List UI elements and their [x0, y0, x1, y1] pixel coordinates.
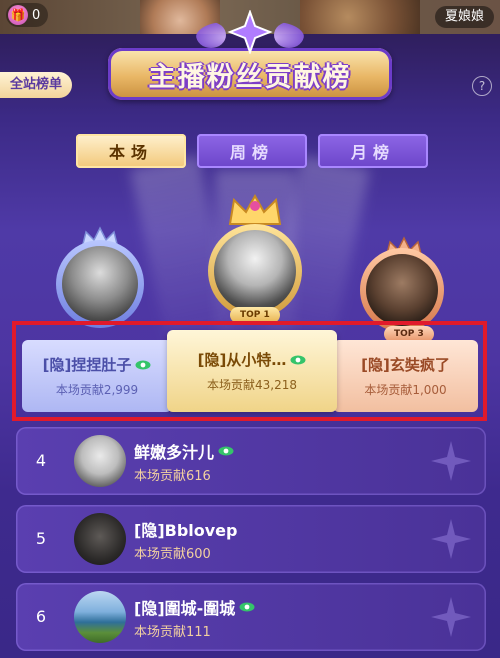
rank2-avatar-ring	[56, 240, 144, 328]
rank3-avatar[interactable]	[366, 254, 438, 326]
star-icon	[431, 441, 471, 481]
list-item-name: [隐]圍城-圍城	[134, 599, 236, 618]
star-icon	[431, 597, 471, 637]
contribution-banner: 主播粉丝贡献榜	[108, 48, 392, 100]
rank-number: 6	[35, 607, 47, 626]
avatar[interactable]	[74, 591, 126, 643]
list-item-name: [隐]Bblovep	[134, 521, 238, 540]
eye-icon	[218, 446, 234, 456]
eye-icon	[239, 602, 255, 612]
tab-weekly[interactable]: 周榜	[197, 134, 307, 168]
rank1-avatar[interactable]	[214, 230, 296, 312]
highlight-box	[12, 321, 487, 421]
rank1-avatar-ring	[208, 224, 302, 318]
help-icon[interactable]: ?	[472, 76, 492, 96]
avatar[interactable]	[74, 435, 126, 487]
list-item-contribution: 本场贡献600	[134, 547, 211, 562]
tab-current-session[interactable]: 本场	[76, 134, 186, 168]
site-rank-button[interactable]: 全站榜单	[0, 72, 73, 98]
gold-crown-icon	[228, 193, 282, 225]
rank-number: 4	[35, 451, 47, 470]
page-title: 主播粉丝贡献榜	[148, 61, 352, 93]
list-item-contribution: 本场贡献616	[134, 469, 211, 484]
banner-wing-right	[274, 22, 304, 48]
list-item[interactable]: 4 鲜嫩多汁儿 本场贡献616	[16, 427, 486, 495]
list-item-contribution: 本场贡献111	[134, 625, 211, 640]
avatar[interactable]	[74, 513, 126, 565]
list-item[interactable]: 6 [隐]圍城-圍城 本场贡献111	[16, 583, 486, 651]
star-icon	[431, 519, 471, 559]
rank-number: 5	[35, 529, 47, 548]
gift-counter[interactable]: 🎁 0	[6, 3, 49, 27]
star-emblem-icon	[227, 10, 273, 54]
gift-icon: 🎁	[8, 5, 28, 25]
rank3-avatar-ring	[360, 248, 444, 332]
list-item-name: 鲜嫩多汁儿	[134, 443, 215, 462]
list-item[interactable]: 5 [隐]Bblovep 本场贡献600	[16, 505, 486, 573]
gift-count: 0	[32, 7, 41, 23]
user-name-pill[interactable]: 夏娘娘	[434, 6, 494, 28]
tab-monthly[interactable]: 月榜	[318, 134, 428, 168]
banner-wing-left	[196, 22, 226, 48]
streamer-video-thumb	[300, 0, 420, 34]
rank2-avatar[interactable]	[62, 246, 138, 322]
